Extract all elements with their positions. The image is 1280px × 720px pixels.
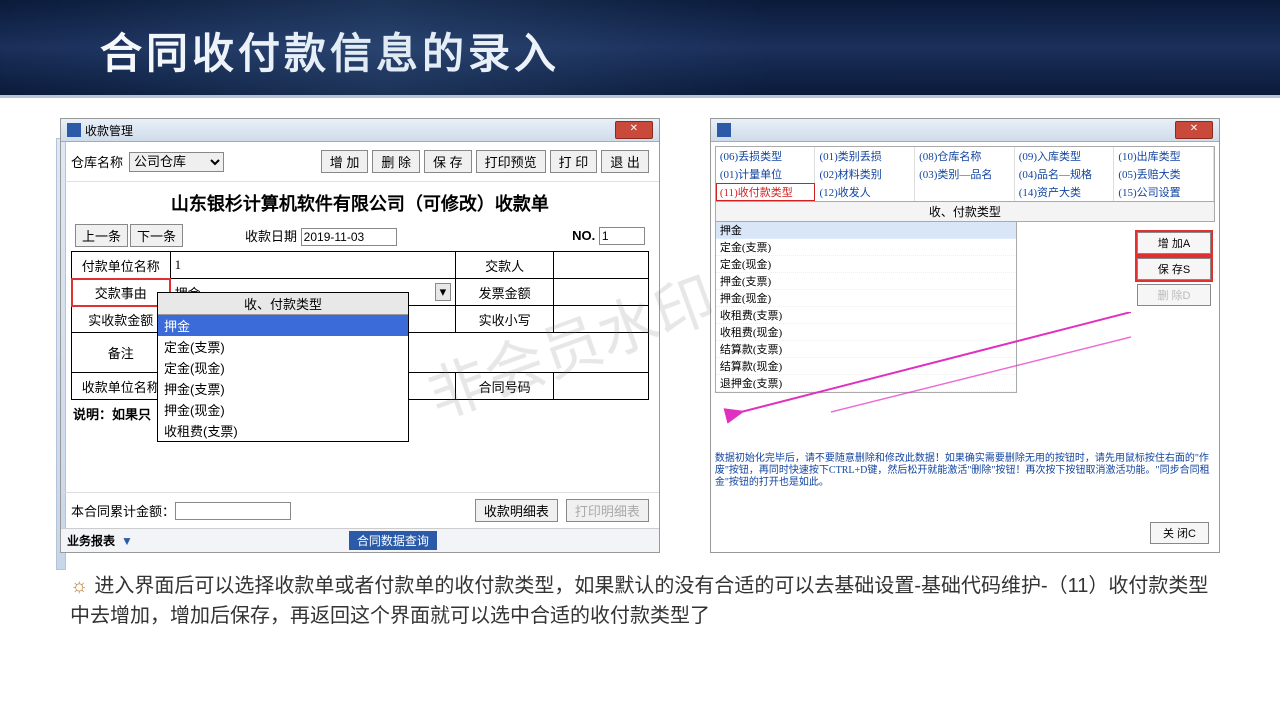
nav-row: 上一条 下一条 收款日期 NO. [71, 224, 649, 247]
invoice-amount-label: 发票金额 [455, 279, 554, 306]
category-item[interactable]: (15)公司设置 [1114, 183, 1214, 201]
receipt-date-label: 收款日期 [245, 229, 297, 244]
add-button[interactable]: 增 加 [321, 150, 369, 173]
dropdown-toggle-icon[interactable]: ▾ [435, 283, 451, 301]
invoice-amount-value[interactable] [554, 279, 648, 306]
dropdown-item[interactable]: 收租费(支票) [158, 420, 408, 441]
list-item[interactable]: 收租费(现金) [716, 324, 1016, 341]
list-item[interactable]: 押金 [716, 222, 1016, 239]
close-icon[interactable]: ✕ [615, 121, 653, 139]
receipt-date-input[interactable] [301, 228, 397, 246]
detail-list-button[interactable]: 收款明细表 [475, 499, 558, 522]
close-icon[interactable]: ✕ [1175, 121, 1213, 139]
window-titlebar: 收款管理 ✕ [61, 119, 659, 142]
category-item[interactable]: (14)资产大类 [1015, 183, 1115, 201]
category-item[interactable]: (03)类别—品名 [915, 165, 1015, 183]
dropdown-header: 收、付款类型 [158, 293, 408, 315]
receipt-window: 收款管理 ✕ 仓库名称 公司仓库 增 加 删 除 保 存 打印预览 打 印 退 … [60, 118, 660, 553]
dropdown-item[interactable]: 押金(支票) [158, 378, 408, 399]
actual-cn-value[interactable] [554, 306, 648, 333]
window-title: 收款管理 [85, 122, 133, 139]
category-item-active[interactable]: (11)收付款类型 [716, 183, 816, 201]
list-item[interactable]: 退押金(现金) [716, 392, 1016, 393]
toolbar: 仓库名称 公司仓库 增 加 删 除 保 存 打印预览 打 印 退 出 [61, 142, 659, 182]
list-item[interactable]: 定金(现金) [716, 256, 1016, 273]
category-item[interactable]: (06)丢损类型 [716, 147, 816, 165]
list-item[interactable]: 定金(支票) [716, 239, 1016, 256]
save-button[interactable]: 保 存 [424, 150, 472, 173]
payer-person-value[interactable] [554, 252, 648, 279]
delete-type-button[interactable]: 删 除D [1137, 284, 1211, 306]
close-button[interactable]: 关 闭C [1150, 522, 1209, 544]
category-item[interactable]: (02)材料类别 [815, 165, 915, 183]
payer-unit-label: 付款单位名称 [72, 252, 171, 279]
status-left[interactable]: 业务报表 [67, 532, 115, 549]
code-maintenance-window: ✕ (06)丢损类型 (01)类别丢损 (08)仓库名称 (09)入库类型 (1… [710, 118, 1220, 553]
actual-amount-label: 实收款金额 [72, 306, 171, 333]
delete-button[interactable]: 删 除 [372, 150, 420, 173]
print-preview-button[interactable]: 打印预览 [476, 150, 546, 173]
next-record-button[interactable]: 下一条 [130, 224, 183, 247]
list-item[interactable]: 退押金(支票) [716, 375, 1016, 392]
payer-person-label: 交款人 [455, 252, 554, 279]
add-type-button[interactable]: 增 加A [1137, 232, 1211, 254]
window-titlebar: ✕ [711, 119, 1219, 142]
list-item[interactable]: 收租费(支票) [716, 307, 1016, 324]
category-item[interactable]: (01)计量单位 [716, 165, 816, 183]
print-detail-button[interactable]: 打印明细表 [566, 499, 649, 522]
category-item[interactable]: (08)仓库名称 [915, 147, 1015, 165]
category-item[interactable]: (10)出库类型 [1114, 147, 1214, 165]
payment-type-list[interactable]: 押金 定金(支票) 定金(现金) 押金(支票) 押金(现金) 收租费(支票) 收… [715, 222, 1017, 393]
category-item[interactable]: (05)丢赔大类 [1114, 165, 1214, 183]
contract-no-label: 合同号码 [455, 373, 554, 400]
dropdown-item[interactable]: 押金(现金) [158, 399, 408, 420]
payer-unit-value[interactable]: 1 [175, 257, 182, 272]
tip-text: 数据初始化完毕后，请不要随意删除和修改此数据！如果确实需要删除无用的按钮时，请先… [715, 453, 1215, 489]
bottom-bar: 本合同累计金额： 收款明细表 打印明细表 [61, 492, 659, 528]
category-item[interactable]: (04)品名—规格 [1015, 165, 1115, 183]
slide-header: 合同收付款信息的录入 [0, 0, 1280, 98]
slide-title: 合同收付款信息的录入 [0, 0, 1280, 81]
chevron-down-icon[interactable]: ▼ [121, 534, 133, 548]
status-bar: 业务报表 ▼ 合同数据查询 [61, 528, 659, 552]
warehouse-select[interactable]: 公司仓库 [129, 152, 224, 172]
list-item[interactable]: 押金(现金) [716, 290, 1016, 307]
sum-input[interactable] [175, 502, 291, 520]
exit-button[interactable]: 退 出 [601, 150, 649, 173]
prev-record-button[interactable]: 上一条 [75, 224, 128, 247]
contract-no-value[interactable] [554, 373, 648, 400]
bullet-icon: ☼ [70, 575, 88, 597]
list-item[interactable]: 结算款(现金) [716, 358, 1016, 375]
remark-label: 备注 [72, 333, 171, 373]
category-item[interactable] [915, 183, 1015, 201]
warehouse-label: 仓库名称 [71, 152, 123, 171]
app-icon [67, 123, 81, 137]
side-buttons: 增 加A 保 存S 删 除D [1137, 232, 1211, 306]
slide-bullet: ☼进入界面后可以选择收款单或者付款单的收付款类型，如果默认的没有合适的可以去基础… [0, 563, 1280, 631]
list-item[interactable]: 押金(支票) [716, 273, 1016, 290]
category-item[interactable]: (12)收发人 [815, 183, 915, 201]
print-button[interactable]: 打 印 [550, 150, 598, 173]
category-item[interactable]: (09)入库类型 [1015, 147, 1115, 165]
dropdown-item[interactable]: 押金 [158, 315, 408, 336]
actual-cn-label: 实收小写 [455, 306, 554, 333]
app-icon [717, 123, 731, 137]
sum-label: 本合同累计金额： [71, 501, 175, 520]
receipt-no-label: NO. [572, 228, 595, 243]
payment-reason-label: 交款事由 [72, 279, 171, 306]
receiver-unit-label: 收款单位名称 [72, 373, 171, 400]
dropdown-item[interactable]: 定金(现金) [158, 357, 408, 378]
list-item[interactable]: 结算款(支票) [716, 341, 1016, 358]
document-title: 山东银杉计算机软件有限公司（可修改）收款单 [71, 182, 649, 222]
category-item[interactable]: (01)类别丢损 [815, 147, 915, 165]
type-list-header: 收、付款类型 [715, 202, 1215, 222]
category-grid: (06)丢损类型 (01)类别丢损 (08)仓库名称 (09)入库类型 (10)… [715, 146, 1215, 202]
save-type-button[interactable]: 保 存S [1137, 258, 1211, 280]
status-center[interactable]: 合同数据查询 [349, 531, 437, 550]
dropdown-item[interactable]: 定金(支票) [158, 336, 408, 357]
payment-type-dropdown[interactable]: 收、付款类型 押金 定金(支票) 定金(现金) 押金(支票) 押金(现金) 收租… [157, 292, 409, 442]
receipt-no-input[interactable] [599, 227, 645, 245]
